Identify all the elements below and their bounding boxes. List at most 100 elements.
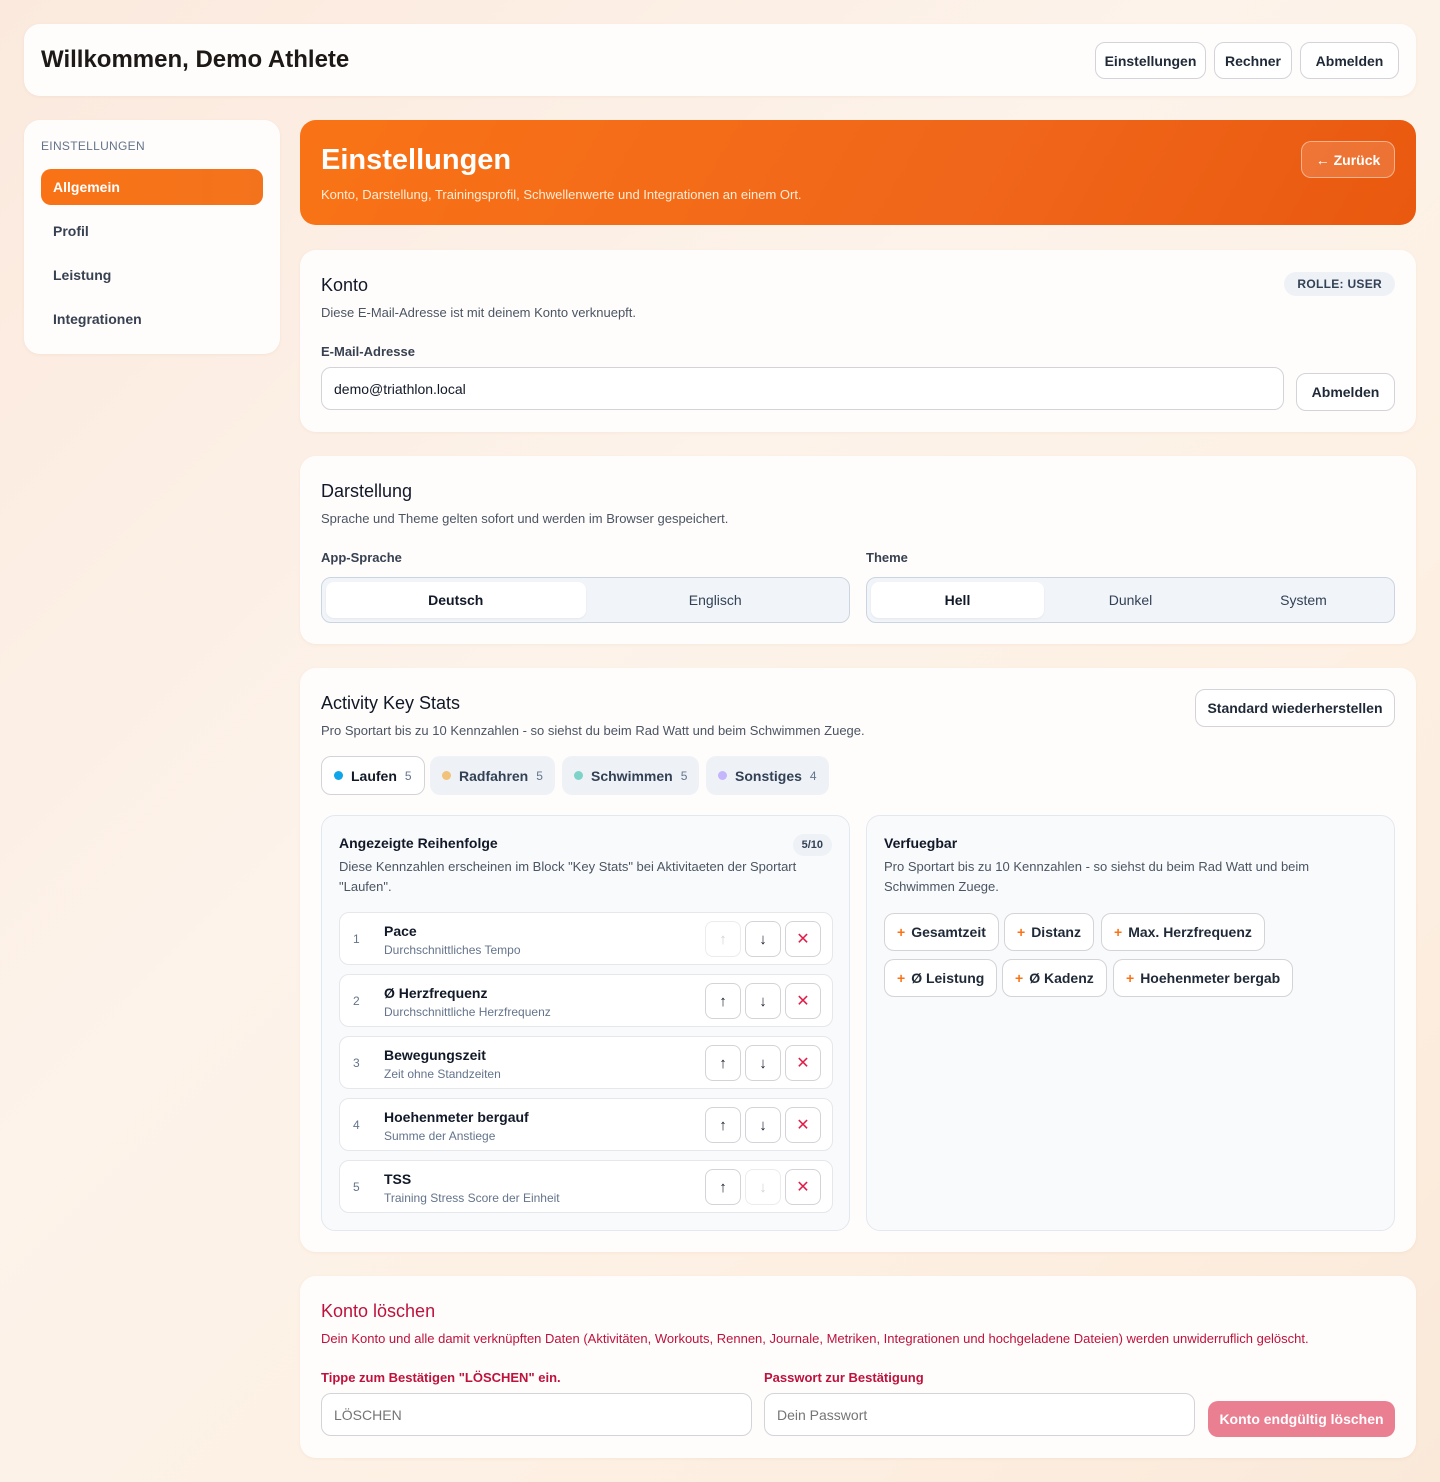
- sport-tab-count: 5: [404, 768, 412, 783]
- plus-icon: +: [1015, 970, 1024, 986]
- language-option-englisch[interactable]: Englisch: [586, 582, 846, 618]
- appearance-title: Darstellung: [321, 481, 413, 501]
- plus-icon: +: [897, 970, 906, 986]
- back-button[interactable]: ← Zurück: [1301, 141, 1395, 178]
- stat-row: 1 Pace Durchschnittliches Tempo ↑ ↓ ✕: [339, 912, 833, 965]
- sport-tab-schwimmen[interactable]: Schwimmen 5: [562, 756, 700, 795]
- move-down-icon[interactable]: ↓: [745, 1169, 781, 1205]
- shown-count-badge: 5/10: [792, 834, 832, 856]
- sport-tab-count: 5: [680, 768, 688, 783]
- sidebar-caption: EINSTELLUNGEN: [41, 139, 145, 153]
- sidebar-item-leistung[interactable]: Leistung: [41, 257, 263, 293]
- move-down-icon[interactable]: ↓: [745, 1045, 781, 1081]
- add-stat-chip-distanz[interactable]: + Distanz: [1004, 913, 1094, 951]
- remove-icon[interactable]: ✕: [785, 1107, 821, 1143]
- add-stat-chip-max-herzfrequenz[interactable]: + Max. Herzfrequenz: [1101, 913, 1265, 951]
- settings-nav-button[interactable]: Einstellungen: [1095, 42, 1206, 79]
- email-label: E-Mail-Adresse: [321, 344, 415, 359]
- stat-row: 5 TSS Training Stress Score der Einheit …: [339, 1160, 833, 1213]
- delete-account-description: Dein Konto und alle damit verknüpften Da…: [321, 1331, 1309, 1346]
- logout-nav-button[interactable]: Abmelden: [1300, 42, 1399, 79]
- stat-row-name: Bewegungszeit: [384, 1047, 486, 1063]
- move-up-icon[interactable]: ↑: [705, 921, 741, 957]
- confirm-text-input[interactable]: [321, 1393, 752, 1436]
- plus-icon: +: [897, 924, 906, 940]
- stat-row-subtitle: Zeit ohne Standzeiten: [384, 1067, 501, 1081]
- confirm-text-label: Tippe zum Bestätigen "LÖSCHEN" ein.: [321, 1370, 561, 1385]
- delete-account-title: Konto löschen: [321, 1301, 436, 1321]
- add-stat-chip-kadenz[interactable]: + Ø Kadenz: [1002, 959, 1107, 997]
- add-stat-chip-hoehenmeter-bergab[interactable]: + Hoehenmeter bergab: [1113, 959, 1294, 997]
- add-stat-chip-leistung[interactable]: + Ø Leistung: [884, 959, 998, 997]
- chip-label: Hoehenmeter bergab: [1140, 970, 1281, 986]
- move-down-icon[interactable]: ↓: [745, 921, 781, 957]
- account-description: Diese E-Mail-Adresse ist mit deinem Kont…: [321, 305, 637, 320]
- theme-option-system[interactable]: System: [1217, 582, 1390, 618]
- appearance-description: Sprache und Theme gelten sofort und werd…: [321, 511, 729, 526]
- key-stats-section: Activity Key Stats Pro Sportart bis zu 1…: [300, 668, 1416, 1252]
- theme-segmented-control: Hell Dunkel System: [866, 577, 1395, 623]
- language-option-deutsch[interactable]: Deutsch: [326, 582, 586, 618]
- key-stats-description: Pro Sportart bis zu 10 Kennzahlen - so s…: [321, 723, 865, 738]
- delete-account-button[interactable]: Konto endgültig löschen: [1208, 1401, 1395, 1437]
- remove-icon[interactable]: ✕: [785, 1169, 821, 1205]
- remove-icon[interactable]: ✕: [785, 983, 821, 1019]
- sidebar-item-profil[interactable]: Profil: [41, 213, 263, 249]
- remove-icon[interactable]: ✕: [785, 1045, 821, 1081]
- stat-row-subtitle: Summe der Anstiege: [384, 1129, 496, 1143]
- stat-row-name: TSS: [384, 1171, 412, 1187]
- role-badge: ROLLE: USER: [1284, 272, 1395, 296]
- chip-label: Max. Herzfrequenz: [1128, 924, 1252, 940]
- move-up-icon[interactable]: ↑: [705, 1169, 741, 1205]
- welcome-title: Willkommen, Demo Athlete: [41, 46, 350, 73]
- sport-tab-sonstiges[interactable]: Sonstiges 4: [706, 756, 829, 795]
- stat-row-name: Hoehenmeter bergauf: [384, 1109, 529, 1125]
- shown-stats-panel: Angezeigte Reihenfolge 5/10 Diese Kennza…: [321, 815, 850, 1231]
- sport-color-dot: [718, 771, 727, 780]
- available-panel-description: Pro Sportart bis zu 10 Kennzahlen - so s…: [884, 859, 1310, 894]
- sidebar-item-integrationen[interactable]: Integrationen: [41, 301, 263, 337]
- sport-tab-label: Radfahren: [459, 767, 529, 784]
- delete-account-section: Konto löschen Dein Konto und alle damit …: [300, 1276, 1416, 1458]
- available-stats-panel: Verfuegbar Pro Sportart bis zu 10 Kennza…: [866, 815, 1395, 1231]
- add-stat-chip-gesamtzeit[interactable]: + Gesamtzeit: [884, 913, 999, 951]
- chip-label: Ø Leistung: [911, 970, 985, 986]
- reset-defaults-button[interactable]: Standard wiederherstellen: [1195, 689, 1395, 727]
- move-up-icon[interactable]: ↑: [705, 1045, 741, 1081]
- password-label: Passwort zur Bestätigung: [764, 1370, 924, 1385]
- stat-row-number: 4: [353, 1118, 360, 1132]
- move-down-icon[interactable]: ↓: [745, 1107, 781, 1143]
- appearance-section: Darstellung Sprache und Theme gelten sof…: [300, 456, 1416, 644]
- remove-icon[interactable]: ✕: [785, 921, 821, 957]
- theme-option-dunkel[interactable]: Dunkel: [1044, 582, 1217, 618]
- logout-button[interactable]: Abmelden: [1296, 373, 1395, 411]
- shown-panel-description: Diese Kennzahlen erscheinen im Block "Ke…: [339, 859, 797, 894]
- available-panel-title: Verfuegbar: [884, 835, 958, 851]
- stat-row-number: 3: [353, 1056, 360, 1070]
- move-up-icon[interactable]: ↑: [705, 1107, 741, 1143]
- sidebar-item-allgemein[interactable]: Allgemein: [41, 169, 263, 205]
- sport-tab-radfahren[interactable]: Radfahren 5: [430, 756, 555, 795]
- calculator-nav-button[interactable]: Rechner: [1214, 42, 1292, 79]
- sport-tab-laufen[interactable]: Laufen 5: [321, 756, 425, 795]
- settings-sidebar: EINSTELLUNGEN Allgemein Profil Leistung …: [24, 120, 280, 354]
- chip-label: Distanz: [1031, 924, 1081, 940]
- password-input[interactable]: [764, 1393, 1195, 1436]
- email-field[interactable]: demo@triathlon.local: [321, 367, 1284, 410]
- theme-option-hell[interactable]: Hell: [871, 582, 1044, 618]
- move-up-icon[interactable]: ↑: [705, 983, 741, 1019]
- language-label: App-Sprache: [321, 550, 402, 565]
- account-section: Konto ROLLE: USER Diese E-Mail-Adresse i…: [300, 250, 1416, 432]
- stat-row: 2 Ø Herzfrequenz Durchschnittliche Herzf…: [339, 974, 833, 1027]
- top-header: Willkommen, Demo Athlete Einstellungen R…: [24, 24, 1416, 96]
- settings-hero-banner: Einstellungen Konto, Darstellung, Traini…: [300, 120, 1416, 225]
- page-subtitle: Konto, Darstellung, Trainingsprofil, Sch…: [321, 187, 802, 202]
- page-title: Einstellungen: [321, 144, 512, 176]
- chip-label: Gesamtzeit: [911, 924, 986, 940]
- shown-panel-title: Angezeigte Reihenfolge: [339, 835, 498, 851]
- stat-row-number: 1: [353, 932, 360, 946]
- stat-row: 4 Hoehenmeter bergauf Summe der Anstiege…: [339, 1098, 833, 1151]
- sport-color-dot: [574, 771, 583, 780]
- stat-row-number: 2: [353, 994, 360, 1008]
- move-down-icon[interactable]: ↓: [745, 983, 781, 1019]
